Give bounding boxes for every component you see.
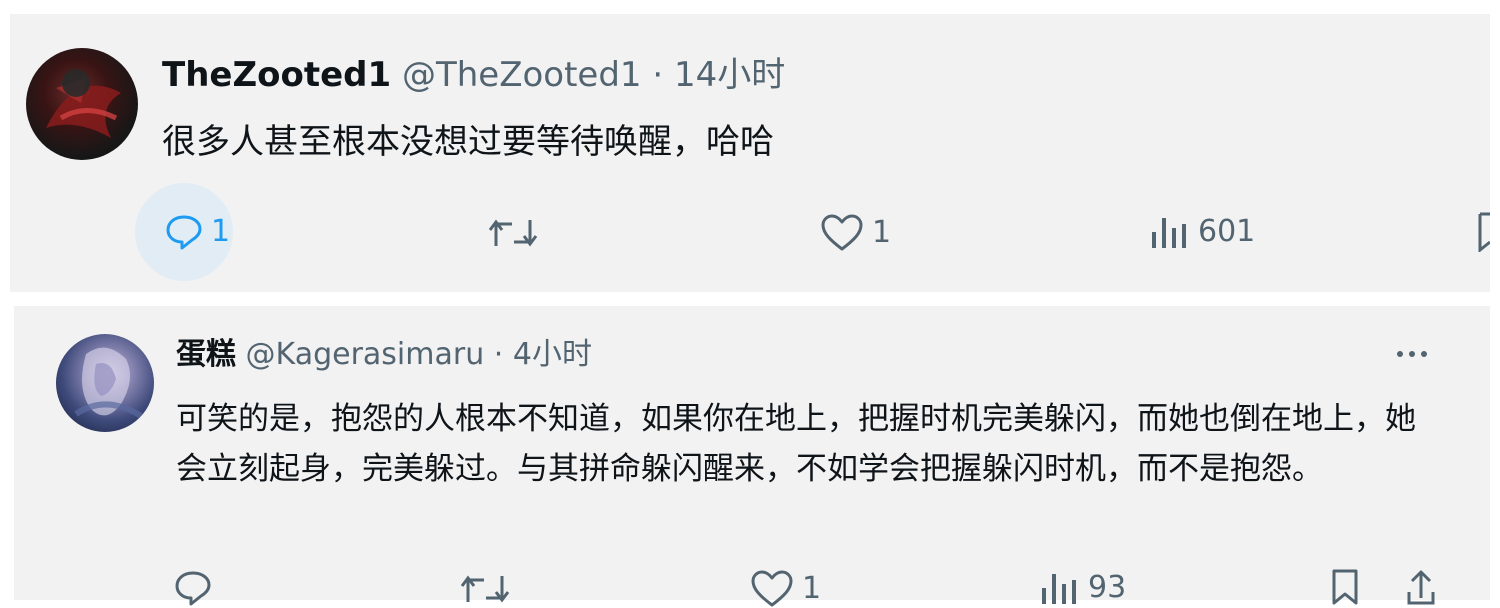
share-button[interactable]	[1406, 568, 1436, 606]
user-handle[interactable]: @Kagerasimaru	[246, 337, 485, 372]
display-name[interactable]: 蛋糕	[176, 337, 236, 372]
display-name[interactable]: TheZooted1	[162, 55, 391, 95]
retweet-button[interactable]	[460, 572, 518, 606]
like-count: 1	[872, 215, 892, 250]
tweet-text: 可笑的是，抱怨的人根本不知道，如果你在地上，把握时机完美躲闪，而她也倒在地上，她…	[176, 401, 1416, 487]
views-button[interactable]: 93	[1040, 570, 1126, 606]
like-icon	[821, 214, 863, 251]
views-button[interactable]: 601	[1150, 214, 1255, 250]
avatar[interactable]	[26, 48, 138, 160]
retweet-icon	[460, 575, 510, 603]
tweet-card[interactable]: TheZooted1 @TheZooted1 · 14小时 很多人甚至根本没想过…	[10, 14, 1490, 292]
reply-button[interactable]	[174, 570, 220, 606]
retweet-button[interactable]	[488, 216, 546, 250]
bookmark-button[interactable]	[1330, 568, 1360, 606]
bookmark-icon	[1332, 569, 1358, 605]
avatar[interactable]	[56, 334, 154, 432]
share-icon	[1407, 570, 1435, 605]
reply-icon	[175, 571, 211, 606]
views-count: 93	[1088, 570, 1127, 605]
bookmark-icon	[1478, 212, 1490, 252]
reply-button[interactable]: 1	[135, 183, 233, 281]
meta-separator: ·	[652, 55, 664, 95]
avatar-image	[46, 69, 121, 138]
like-button[interactable]: 1	[750, 570, 821, 608]
user-handle[interactable]: @TheZooted1	[402, 55, 642, 95]
reply-count: 1	[211, 214, 231, 249]
tweet-time[interactable]: 14小时	[674, 55, 785, 95]
more-icon[interactable]	[1392, 344, 1432, 364]
avatar-image	[74, 347, 143, 419]
like-button[interactable]: 1	[820, 214, 891, 252]
tweet-header: 蛋糕 @Kagerasimaru · 4小时	[176, 340, 592, 370]
retweet-icon	[488, 219, 538, 247]
bookmark-button[interactable]	[1478, 212, 1490, 252]
views-count: 601	[1198, 214, 1256, 249]
reply-icon	[166, 215, 202, 250]
meta-separator: ·	[493, 337, 504, 372]
tweet-text: 很多人甚至根本没想过要等待唤醒，哈哈	[162, 122, 774, 162]
more-dots	[1397, 351, 1427, 357]
tweet-header: TheZooted1 @TheZooted1 · 14小时	[162, 58, 785, 92]
views-icon	[1042, 574, 1076, 604]
like-icon	[751, 570, 793, 607]
tweet-time[interactable]: 4小时	[513, 337, 592, 372]
tweet-card[interactable]: 蛋糕 @Kagerasimaru · 4小时 可笑的是，抱怨的人根本不知道，如果…	[14, 306, 1490, 607]
views-icon	[1152, 218, 1186, 248]
